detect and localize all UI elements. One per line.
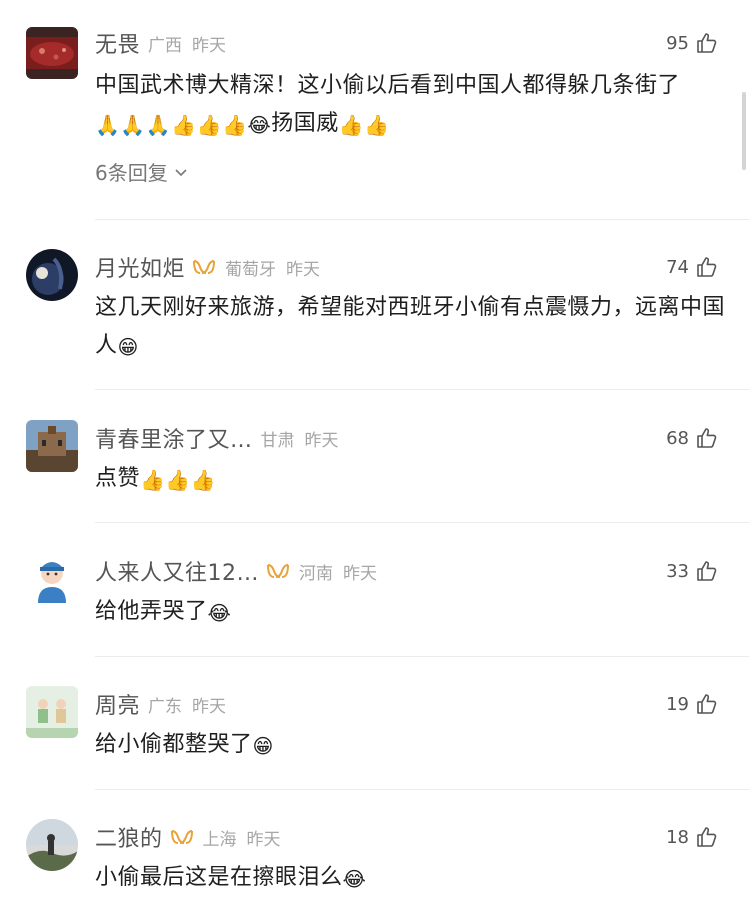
comment-header: 月光如炬 葡萄牙 昨天 [95, 249, 320, 285]
thumbs-up-icon [697, 561, 717, 581]
location: 广西 [148, 35, 183, 56]
comment-body: 中国武术博大精深！这小偷以后看到中国人都得躲几条街了 [95, 73, 681, 98]
comment-header: 青春里涂了又… 甘肃 昨天 [95, 420, 339, 456]
username[interactable]: 月光如炬 [95, 251, 185, 283]
like-button[interactable]: 19 [666, 686, 719, 722]
avatar-image [26, 553, 78, 605]
timestamp: 昨天 [304, 430, 339, 451]
avatar-image [26, 819, 78, 871]
emoji: 👍👍👍 [140, 468, 217, 492]
replies-label: 6条回复 [95, 161, 168, 185]
timestamp: 昨天 [192, 696, 227, 717]
divider [95, 656, 749, 657]
like-count: 19 [666, 693, 689, 715]
comment-header: 无畏 广西 昨天 [95, 25, 226, 61]
comment-text: 小偷最后这是在擦眼泪么😂 [95, 859, 725, 897]
comment-body: 给他弄哭了 [95, 599, 208, 624]
avatar-image [26, 249, 78, 301]
timestamp: 昨天 [192, 35, 227, 56]
like-button[interactable]: 68 [666, 420, 719, 456]
username[interactable]: 周亮 [95, 688, 140, 720]
like-button[interactable]: 33 [666, 553, 719, 589]
thumbs-up-icon [697, 33, 717, 53]
comment-body: 给小偷都整哭了 [95, 732, 253, 757]
vip-badge-icon [169, 826, 195, 848]
location: 广东 [148, 696, 183, 717]
timestamp: 昨天 [246, 829, 281, 850]
like-button[interactable]: 74 [666, 249, 719, 285]
comment-text: 给他弄哭了😂 [95, 593, 725, 631]
emoji: 🙏🙏🙏👍👍👍😂 [95, 113, 272, 137]
location: 甘肃 [260, 430, 295, 451]
avatar[interactable] [26, 819, 78, 871]
scrollbar[interactable] [742, 92, 746, 170]
comment-text: 点赞👍👍👍 [95, 460, 725, 498]
comment-header: 人来人又往12… 河南 昨天 [95, 553, 377, 589]
location: 河南 [299, 563, 333, 584]
comment-body-continued: 扬国威 [271, 111, 339, 136]
thumbs-up-icon [697, 257, 717, 277]
comment-header: 二狼的 上海 昨天 [95, 819, 281, 855]
divider [95, 789, 749, 790]
comment-body: 小偷最后这是在擦眼泪么 [95, 865, 343, 890]
avatar[interactable] [26, 27, 78, 79]
emoji: 😂 [207, 601, 232, 625]
avatar-image [26, 420, 78, 472]
avatar-image [26, 27, 78, 79]
like-count: 18 [666, 826, 689, 848]
comment-text: 中国武术博大精深！这小偷以后看到中国人都得躲几条街了 🙏🙏🙏👍👍👍😂扬国威👍👍 [95, 67, 725, 143]
comment-header: 周亮 广东 昨天 [95, 686, 226, 722]
divider [95, 389, 749, 390]
avatar[interactable] [26, 553, 78, 605]
emoji: 😂 [342, 867, 367, 891]
location: 上海 [202, 829, 237, 850]
avatar[interactable] [26, 420, 78, 472]
like-count: 68 [666, 427, 689, 449]
comment-body: 点赞 [95, 466, 141, 491]
emoji: 👍👍 [338, 113, 390, 137]
username[interactable]: 人来人又往12… [95, 555, 259, 587]
divider [95, 219, 749, 220]
username[interactable]: 二狼的 [95, 821, 163, 853]
vip-badge-icon [265, 560, 291, 582]
vip-badge-icon [191, 256, 217, 278]
emoji: 😁 [117, 335, 139, 359]
emoji: 😁 [252, 734, 274, 758]
chevron-down-icon [175, 168, 187, 176]
comment-text: 这几天刚好来旅游，希望能对西班牙小偷有点震慑力，远离中国人😁 [95, 289, 725, 365]
timestamp: 昨天 [286, 259, 321, 280]
avatar-image [26, 686, 78, 738]
divider [95, 522, 749, 523]
thumbs-up-icon [697, 827, 717, 847]
thumbs-up-icon [697, 694, 717, 714]
like-button[interactable]: 18 [666, 819, 719, 855]
comment-body: 这几天刚好来旅游，希望能对西班牙小偷有点震慑力，远离中国人 [95, 295, 726, 358]
username[interactable]: 青春里涂了又… [95, 422, 253, 454]
location: 葡萄牙 [225, 259, 277, 280]
like-count: 95 [666, 32, 689, 54]
avatar[interactable] [26, 249, 78, 301]
thumbs-up-icon [697, 428, 717, 448]
like-count: 33 [666, 560, 689, 582]
like-button[interactable]: 95 [666, 25, 719, 61]
comment-text: 给小偷都整哭了😁 [95, 726, 725, 764]
timestamp: 昨天 [343, 563, 377, 584]
username[interactable]: 无畏 [95, 27, 140, 59]
view-replies-button[interactable]: 6条回复 [95, 157, 188, 186]
like-count: 74 [666, 256, 689, 278]
avatar[interactable] [26, 686, 78, 738]
